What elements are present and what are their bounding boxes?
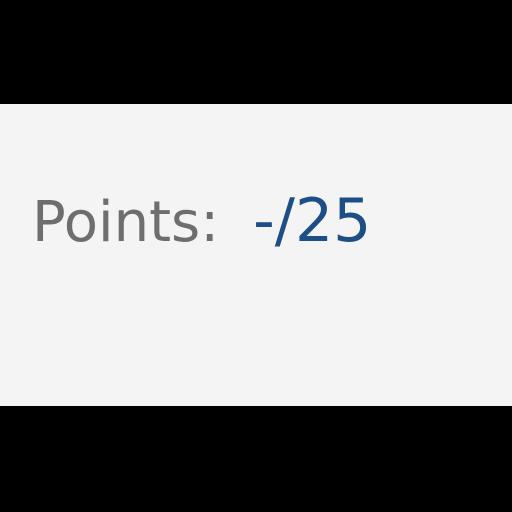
points-panel: Points: -/25 [0,104,512,406]
points-label: Points: [32,190,220,255]
screenshot-frame: Points: -/25 [0,0,512,512]
points-value: -/25 [253,186,372,256]
points-display: Points: -/25 [32,186,371,266]
